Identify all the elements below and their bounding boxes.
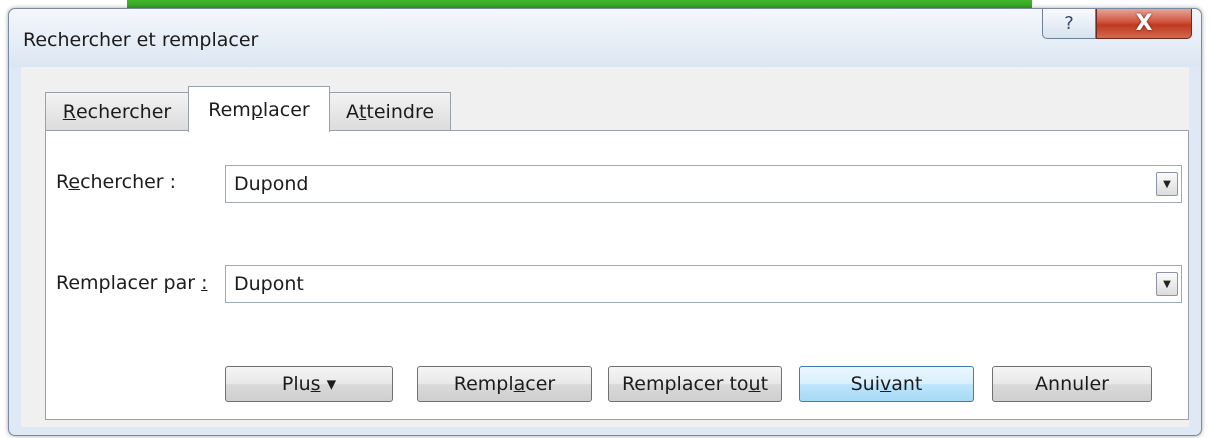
tab-atteindre[interactable]: At teindre xyxy=(329,92,451,130)
tab-rechercher[interactable]: Rechercher xyxy=(45,92,189,130)
find-input-value: Dupond xyxy=(234,173,309,195)
dropdown-arrow-icon: ▼ xyxy=(1163,178,1171,190)
close-icon: X xyxy=(1135,11,1153,36)
find-replace-dialog: Rechercher et remplacer ? X Rechercher R… xyxy=(8,8,1202,436)
replace-input-value: Dupont xyxy=(234,273,304,295)
help-icon: ? xyxy=(1064,13,1074,34)
replace-input[interactable]: Dupont ▼ xyxy=(225,265,1182,303)
expand-arrow-icon: ▾ xyxy=(326,373,337,395)
replace-tab-panel: Rechercher : Dupond ▼ Remplacer par : Du… xyxy=(45,130,1189,420)
dialog-body: Rechercher Rem p lacer At teindre Recherche… xyxy=(21,67,1189,427)
title-bar[interactable]: Rechercher et remplacer xyxy=(9,9,1201,67)
find-input[interactable]: Dupond ▼ xyxy=(225,165,1182,203)
help-button[interactable]: ? xyxy=(1042,9,1096,39)
replace-all-button[interactable]: Remplacer to u t xyxy=(608,366,782,402)
find-next-button[interactable]: Sui v ant xyxy=(799,366,974,402)
dialog-title: Rechercher et remplacer xyxy=(23,29,259,51)
replace-button[interactable]: Rempl a cer xyxy=(417,366,592,402)
tab-remplacer-accesskey: p xyxy=(250,98,263,121)
cancel-button[interactable]: Annuler xyxy=(992,366,1152,402)
find-label: Rechercher : xyxy=(56,171,177,193)
tab-atteindre-accesskey: t xyxy=(358,100,367,123)
more-button[interactable]: Plu s ▾ xyxy=(225,366,393,402)
tab-remplacer[interactable]: Rem p lacer xyxy=(188,86,330,132)
tab-rechercher-accesskey: R xyxy=(62,100,76,123)
close-button[interactable]: X xyxy=(1096,9,1192,39)
dropdown-arrow-icon: ▼ xyxy=(1163,278,1171,290)
find-dropdown-button[interactable]: ▼ xyxy=(1156,172,1178,196)
replace-dropdown-button[interactable]: ▼ xyxy=(1156,272,1178,296)
replace-label: Remplacer par : xyxy=(56,272,208,294)
